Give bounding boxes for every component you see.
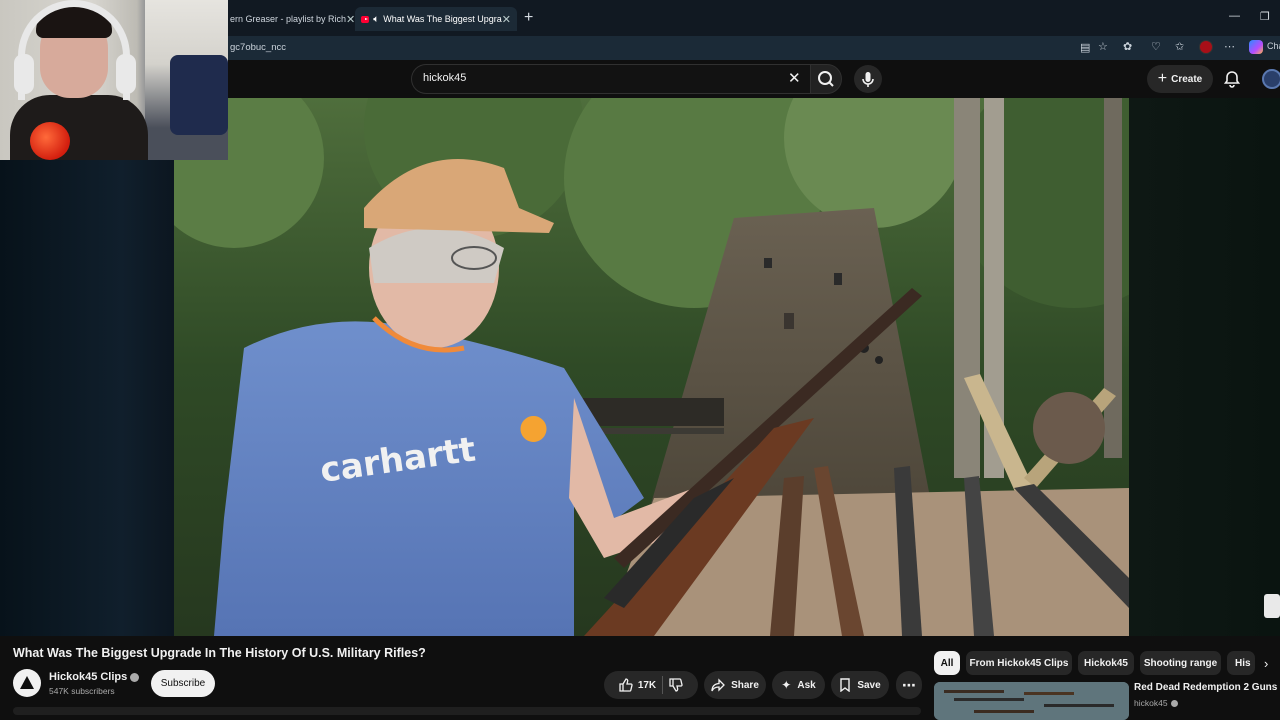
youtube-favicon-icon [361, 15, 370, 23]
thumbnail-image [934, 682, 1129, 720]
video-player[interactable]: carhartt [174, 98, 1129, 636]
headphone-earcup-left [14, 54, 34, 94]
tab-title: What Was The Biggest Upgra [383, 14, 502, 24]
account-avatar[interactable] [1262, 69, 1280, 89]
player-ambient-right [1129, 98, 1280, 636]
favorites-icon[interactable]: ✩ [1175, 40, 1184, 53]
ask-button[interactable]: ✦ Ask [772, 671, 825, 699]
chevron-right-icon[interactable]: › [1264, 656, 1268, 671]
webcam-overlay [0, 0, 228, 160]
sparkle-icon: ✦ [781, 678, 792, 692]
more-menu-icon[interactable]: ⋯ [1224, 40, 1235, 53]
like-count: 17K [637, 679, 657, 691]
recommendation-title[interactable]: Red Dead Redemption 2 Guns [1134, 682, 1277, 693]
tab-playlist[interactable]: ern Greaser - playlist by Rich ✕ [228, 7, 354, 31]
favorite-star-icon[interactable]: ☆ [1098, 40, 1108, 53]
close-icon[interactable]: ✕ [346, 13, 354, 26]
chip-shooting-range[interactable]: Shooting range [1140, 651, 1221, 675]
microphone-icon [862, 72, 874, 87]
thumbs-down-icon[interactable] [669, 678, 683, 692]
recommendation-thumbnail[interactable] [934, 682, 1129, 720]
extensions-icon[interactable]: ✿ [1123, 40, 1132, 53]
new-tab-icon[interactable]: + [524, 9, 533, 27]
minimize-icon[interactable]: — [1229, 10, 1240, 22]
ask-label: Ask [797, 679, 816, 691]
channel-name-text[interactable]: Hickok45 Clips [49, 671, 127, 683]
reader-mode-icon[interactable]: ▤ [1080, 41, 1090, 54]
search-button[interactable] [810, 64, 842, 94]
video-frame: carhartt [174, 98, 1129, 636]
recommendation-channel: hickok45 [1134, 698, 1178, 708]
chip-history[interactable]: His [1227, 651, 1255, 675]
tab-title: ern Greaser - playlist by Rich [230, 14, 347, 24]
horizontal-scrollbar[interactable] [13, 707, 921, 715]
plus-icon: + [1157, 70, 1168, 87]
search-icon [818, 71, 834, 87]
verified-icon [130, 672, 140, 682]
share-button[interactable]: Share [704, 671, 766, 699]
player-ambient-left [0, 98, 174, 636]
channel-avatar[interactable] [13, 669, 41, 697]
share-label: Share [731, 679, 759, 691]
share-icon [711, 678, 726, 692]
verified-icon [1170, 700, 1178, 708]
headphone-earcup-right [116, 54, 136, 94]
thumbs-up-icon [619, 678, 633, 692]
extension-icon[interactable] [1199, 40, 1213, 54]
voice-search-button[interactable] [854, 65, 882, 93]
side-panel-icon[interactable] [1264, 594, 1280, 618]
chip-from-channel[interactable]: From Hickok45 Clips [966, 651, 1072, 675]
like-dislike-group: 17K [604, 671, 698, 699]
microphone-foam [30, 122, 70, 160]
channel-logo-icon [20, 676, 34, 689]
browser-essentials-icon[interactable]: ♡ [1151, 40, 1161, 53]
restore-icon[interactable]: ❐ [1260, 10, 1270, 23]
copilot-label[interactable]: Cha [1267, 41, 1280, 51]
chip-all[interactable]: All [934, 651, 960, 675]
save-button[interactable]: Save [831, 671, 889, 699]
more-actions-button[interactable]: ⋯ [896, 671, 922, 699]
search-query[interactable]: hickok45 [423, 72, 466, 84]
video-title: What Was The Biggest Upgrade In The Hist… [13, 646, 426, 660]
more-horizontal-icon: ⋯ [902, 676, 916, 693]
tab-current-video[interactable]: 🔈︎ What Was The Biggest Upgra ✕ [355, 7, 517, 31]
copilot-icon[interactable] [1249, 40, 1263, 54]
search-input[interactable] [411, 64, 811, 94]
close-icon[interactable]: ✕ [502, 13, 511, 26]
subscriber-count: 547K subscribers [49, 686, 115, 696]
url-text[interactable]: gc7obuc_ncc [230, 42, 286, 53]
subscribe-button[interactable]: Subscribe [151, 670, 215, 697]
save-label: Save [857, 679, 881, 691]
channel-name[interactable]: Hickok45 Clips [49, 671, 140, 683]
bookmark-icon [840, 678, 851, 692]
clear-search-icon[interactable]: ✕ [788, 69, 801, 87]
like-button[interactable]: 17K [619, 678, 656, 692]
chip-hickok45[interactable]: Hickok45 [1078, 651, 1134, 675]
divider [662, 676, 664, 694]
create-label: Create [1171, 73, 1203, 85]
webcam-chair [170, 55, 228, 135]
speaker-icon[interactable]: 🔈︎ [373, 14, 379, 25]
notifications-bell-icon[interactable] [1224, 70, 1240, 88]
recommendation-channel-name: hickok45 [1134, 698, 1168, 708]
webcam-person-body [10, 95, 148, 160]
headphones-icon [18, 0, 130, 100]
create-button[interactable]: + Create [1147, 65, 1213, 93]
